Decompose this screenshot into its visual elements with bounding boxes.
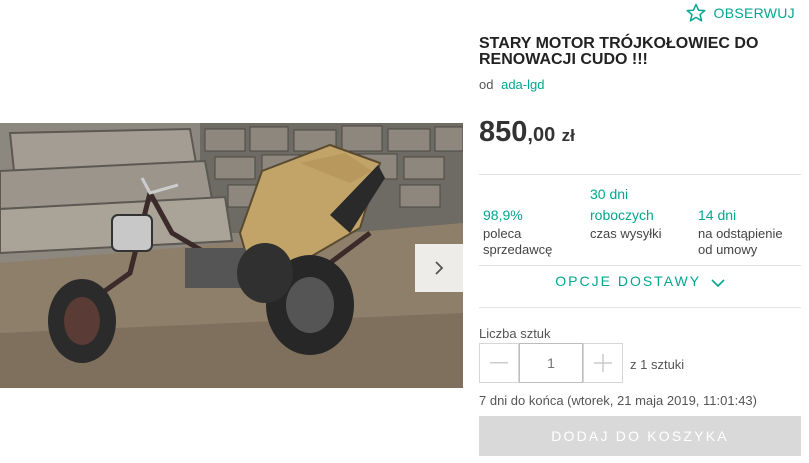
- delivery-options-label: OPCJE DOSTAWY: [555, 273, 701, 289]
- stat-shipping-time: 30 dni roboczych czas wysyłki: [590, 184, 690, 242]
- quantity-available: z 1 sztuki: [630, 357, 685, 372]
- chevron-down-icon: [711, 279, 725, 288]
- quantity-plus-button[interactable]: [583, 343, 623, 383]
- seller-link[interactable]: ada-lgd: [501, 77, 544, 92]
- chevron-right-icon: [435, 261, 444, 275]
- gallery-next-button[interactable]: [415, 244, 463, 292]
- stat-shipping-value-2: roboczych: [590, 207, 654, 223]
- stat-return: 14 dni na odstąpienie od umowy: [698, 205, 803, 258]
- stat-return-label-1: na odstąpienie: [698, 226, 783, 241]
- price: 850,00 zł: [479, 116, 575, 149]
- stat-recommend: 98,9% poleca sprzedawcę: [483, 205, 583, 258]
- quantity-label: Liczba sztuk: [479, 326, 551, 341]
- stat-recommend-label-2: sprzedawcę: [483, 242, 553, 257]
- stat-return-label-2: od umowy: [698, 242, 758, 257]
- stat-shipping-value-1: 30 dni: [590, 186, 629, 202]
- divider: [479, 265, 801, 266]
- stat-return-value: 14 dni: [698, 207, 737, 223]
- quantity-minus-button[interactable]: [479, 343, 519, 383]
- offer-ending-time: 7 dni do końca (wtorek, 21 maja 2019, 11…: [479, 393, 757, 408]
- stat-recommend-value: 98,9%: [483, 207, 523, 223]
- price-cents: ,00: [527, 124, 556, 146]
- quantity-input[interactable]: [519, 343, 583, 383]
- add-to-cart-button[interactable]: DODAJ DO KOSZYKA: [479, 416, 801, 456]
- stat-shipping-label: czas wysyłki: [590, 226, 662, 241]
- minus-icon: [490, 362, 508, 364]
- offer-title: STARY MOTOR TRÓJKOŁOWIEC DO RENOWACJI CU…: [479, 35, 759, 68]
- divider: [479, 307, 801, 308]
- seller-prefix: od: [479, 77, 494, 92]
- delivery-options-toggle[interactable]: OPCJE DOSTAWY: [479, 273, 801, 289]
- star-outline-icon: [685, 3, 706, 22]
- price-currency: zł: [561, 126, 575, 145]
- stat-recommend-label-1: poleca: [483, 226, 522, 241]
- seller-line: od ada-lgd: [479, 77, 544, 92]
- product-gallery[interactable]: [0, 123, 463, 388]
- quantity-stepper: [479, 343, 623, 383]
- plus-icon: [594, 354, 612, 372]
- price-whole: 850: [479, 116, 528, 148]
- product-photo[interactable]: [0, 123, 463, 388]
- watch-label: OBSERWUJ: [713, 5, 795, 21]
- watch-button[interactable]: OBSERWUJ: [685, 3, 796, 23]
- divider: [479, 174, 801, 175]
